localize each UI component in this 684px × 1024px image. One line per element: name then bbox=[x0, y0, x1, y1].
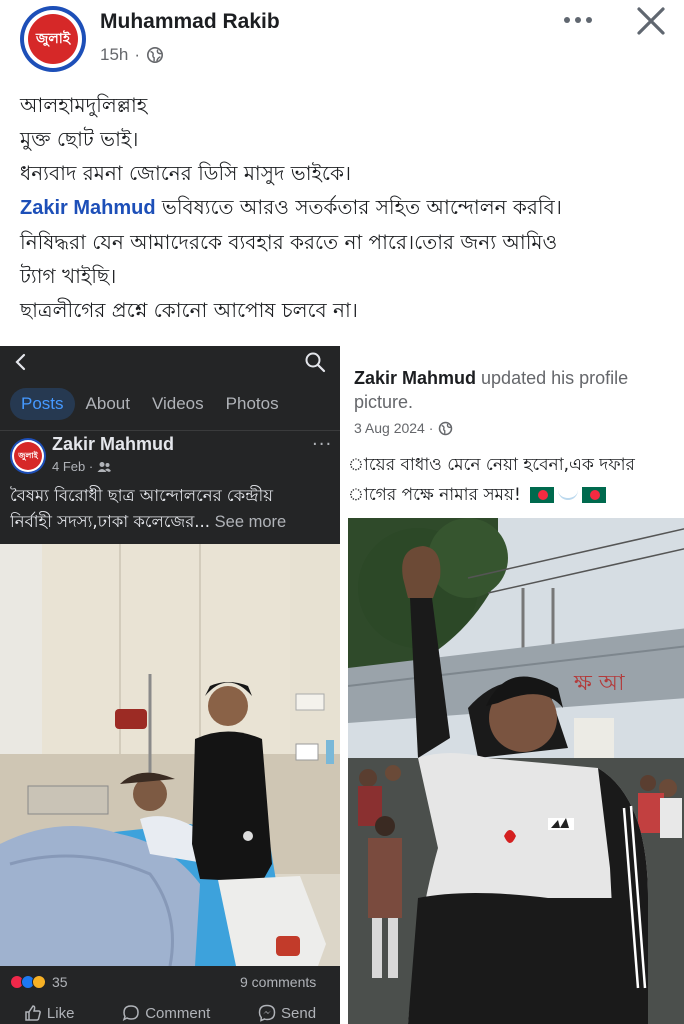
comments-count: 9 comments bbox=[240, 974, 317, 990]
profile-tabs: Posts About Videos Photos bbox=[10, 388, 290, 420]
protest-scene-illustration: ক্ষ আ bbox=[348, 518, 684, 1024]
like-label: Like bbox=[46, 1004, 75, 1022]
post-time[interactable]: 15h bbox=[100, 45, 128, 65]
see-more-link: See more bbox=[210, 513, 287, 531]
like-button: Like bbox=[24, 1002, 75, 1024]
post-text-line-mention: Zakir Mahmud ভবিষ্যতে আরও সতর্কতার সহিত … bbox=[20, 190, 670, 225]
post-text-line: মুক্ত ছোট ভাই। bbox=[20, 127, 139, 151]
tab-videos: Videos bbox=[151, 394, 204, 413]
divider bbox=[0, 430, 340, 431]
attached-image-left[interactable]: Posts About Videos Photos জুলাই Zakir Ma… bbox=[0, 346, 340, 1024]
tab-about: About bbox=[85, 394, 130, 413]
post-meta: 4 Feb · bbox=[52, 459, 112, 474]
post-text-line: নির্বাহী সদস্য,ঢাকা কলেজের... See more bbox=[10, 509, 335, 535]
thumbs-up-icon bbox=[25, 1005, 41, 1021]
avatar: জুলাই bbox=[10, 438, 46, 474]
post-text-line: বৈষম্য বিরোধী ছাত্র আন্দোলনের কেন্দ্রীয় bbox=[10, 486, 273, 505]
comment-button: Comment bbox=[122, 1002, 210, 1024]
author-name: Zakir Mahmud bbox=[52, 434, 175, 454]
post-text-line: আলহামদুলিল্লাহ bbox=[20, 93, 148, 117]
tab-posts: Posts bbox=[10, 388, 75, 420]
post-text-line: ায়ের বাধাও মেনে নেয়া হবেনা,এক দফার bbox=[348, 455, 635, 475]
back-arrow-icon bbox=[15, 353, 26, 371]
post-meta: 15h · bbox=[100, 45, 164, 65]
bangladesh-flag-icon bbox=[530, 487, 555, 503]
post-text-line: নিষিদ্ধরা যেন আমাদেরকে ব্যবহার করতে না প… bbox=[20, 230, 558, 254]
post-text-line: ট্যাগ খাইছি। bbox=[20, 264, 117, 288]
close-icon[interactable] bbox=[632, 2, 670, 40]
messenger-icon bbox=[258, 1004, 276, 1022]
post-footer: 35 9 comments Like Comment Send bbox=[0, 966, 340, 1024]
send-label: Send bbox=[281, 1004, 317, 1022]
hospital-photo bbox=[0, 544, 340, 966]
search-icon bbox=[305, 352, 326, 373]
globe-icon bbox=[439, 421, 453, 435]
profile-update-header: Zakir Mahmud updated his profile picture… bbox=[354, 366, 684, 414]
laugh-reaction-icon bbox=[32, 975, 46, 989]
post-meta: 3 Aug 2024 · bbox=[354, 420, 453, 436]
post-text-line: াগের পক্ষে নামার সময়! bbox=[348, 480, 684, 510]
comment-label: Comment bbox=[145, 1004, 211, 1022]
globe-icon bbox=[147, 46, 164, 64]
post-text: ায়ের বাধাও মেনে নেয়া হবেনা,এক দফার াগে… bbox=[348, 450, 684, 510]
post-date: 4 Feb · bbox=[52, 459, 94, 474]
banner-text: ক্ষ আ bbox=[573, 671, 625, 696]
post-text-fragment: াগের পক্ষে নামার সময়! bbox=[348, 485, 521, 505]
friends-icon bbox=[97, 461, 112, 472]
avatar[interactable]: জুলাই bbox=[20, 6, 86, 72]
post-text-line: ধন্যবাদ রমনা জোনের ডিসি মাসুদ ভাইকে। bbox=[20, 161, 352, 185]
meta-dot: · bbox=[134, 45, 141, 64]
mention-link[interactable]: Zakir Mahmud bbox=[20, 197, 156, 219]
heart-icon bbox=[558, 490, 579, 500]
post-text-line: ছাত্রলীগের প্রশ্নে কোনো আপোষ চলবে না। bbox=[20, 298, 358, 322]
reaction-count: 35 bbox=[52, 974, 68, 990]
post-text: বৈষম্য বিরোধী ছাত্র আন্দোলনের কেন্দ্রীয়… bbox=[10, 483, 335, 535]
more-options-icon: ··· bbox=[312, 434, 333, 455]
send-button: Send bbox=[258, 1002, 316, 1024]
attached-image-right[interactable]: Zakir Mahmud updated his profile picture… bbox=[344, 346, 684, 1024]
avatar-badge-text: জুলাই bbox=[28, 14, 78, 64]
post-text-truncated: নির্বাহী সদস্য,ঢাকা কলেজের... bbox=[10, 512, 211, 531]
profile-photo: ক্ষ আ bbox=[348, 518, 684, 1024]
action-bar: Like Comment Send bbox=[0, 1002, 340, 1024]
comment-bubble-icon bbox=[122, 1005, 139, 1021]
post-date: 3 Aug 2024 · bbox=[354, 420, 434, 436]
post-body: আলহামদুলিল্লাহ মুক্ত ছোট ভাই। ধন্যবাদ রম… bbox=[20, 88, 670, 327]
mention-rest-text: ভবিষ্যতে আরও সতর্কতার সহিত আন্দোলন করবি। bbox=[155, 195, 562, 219]
hospital-scene-illustration bbox=[0, 544, 340, 966]
avatar-badge-text: জুলাই bbox=[14, 442, 42, 470]
tab-photos: Photos bbox=[225, 394, 279, 413]
bangladesh-flag-icon bbox=[582, 487, 607, 503]
post-header: জুলাই Muhammad Rakib 15h · bbox=[0, 0, 684, 80]
author-name[interactable]: Muhammad Rakib bbox=[100, 10, 280, 34]
reaction-summary: 35 bbox=[10, 974, 68, 990]
more-options-button[interactable] bbox=[558, 6, 598, 34]
author-name: Zakir Mahmud bbox=[354, 368, 477, 388]
